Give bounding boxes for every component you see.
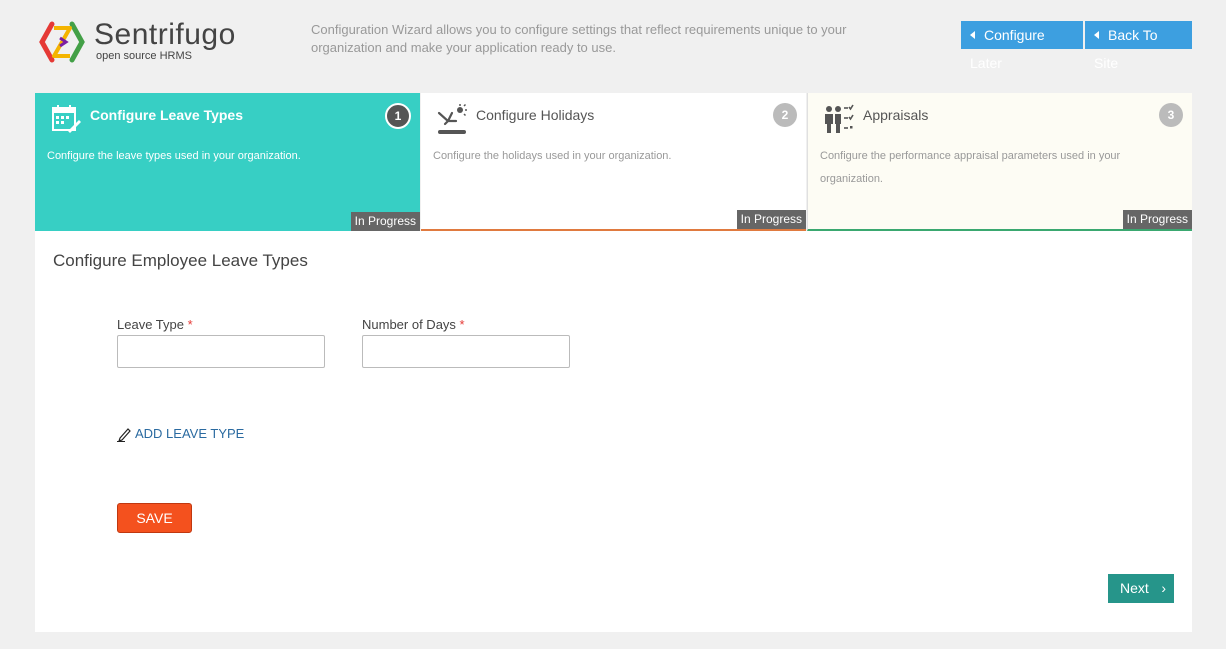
add-leave-type-link[interactable]: ADD LEAVE TYPE <box>117 426 244 442</box>
step-title: Configure Leave Types <box>90 107 244 123</box>
configure-later-button[interactable]: Configure Later <box>961 21 1083 71</box>
step-appraisals[interactable]: Appraisals 3 Configure the performance a… <box>807 93 1192 231</box>
step-description: Configure the holidays used in your orga… <box>433 150 672 162</box>
calendar-edit-icon <box>52 105 81 133</box>
step-status-badge: In Progress <box>1122 210 1192 229</box>
number-of-days-label-text: Number of Days <box>362 317 456 332</box>
next-button[interactable]: Next › <box>1108 574 1174 603</box>
chevron-right-icon: › <box>1161 580 1166 596</box>
back-to-site-button[interactable]: Back To Site <box>1085 21 1192 71</box>
leave-type-label: Leave Type * <box>117 317 193 332</box>
configure-later-label: Configure Later <box>970 27 1045 71</box>
step-status-badge: In Progress <box>736 210 806 229</box>
step-number-badge: 2 <box>773 103 797 127</box>
save-button[interactable]: SAVE <box>117 503 192 533</box>
next-label: Next <box>1120 580 1149 596</box>
step-description: Configure the leave types used in your o… <box>47 150 301 162</box>
required-marker: * <box>459 317 465 332</box>
wizard-steps: Configure Leave Types 1 Configure the le… <box>35 93 1192 231</box>
add-leave-type-label: ADD LEAVE TYPE <box>135 426 245 441</box>
step-number-badge: 3 <box>1159 103 1183 127</box>
step-title: Appraisals <box>863 107 929 123</box>
back-to-site-label: Back To Site <box>1094 27 1158 71</box>
step-configure-holidays[interactable]: Configure Holidays 2 Configure the holid… <box>421 93 806 231</box>
leave-type-label-text: Leave Type <box>117 317 184 332</box>
wizard-intro-text: Configuration Wizard allows you to confi… <box>311 22 847 55</box>
step-title: Configure Holidays <box>476 107 595 123</box>
logo-name: Sentrifugo <box>94 18 236 51</box>
required-marker: * <box>187 317 193 332</box>
appraisal-people-icon <box>825 104 854 133</box>
leave-types-form-panel: Configure Employee Leave Types Leave Typ… <box>35 231 1192 632</box>
leave-type-input[interactable] <box>117 335 325 368</box>
step-status-badge: In Progress <box>350 212 420 231</box>
step-number-badge: 1 <box>385 103 411 129</box>
logo-tagline: open source HRMS <box>96 50 192 62</box>
logo-mark-icon <box>39 21 85 63</box>
page-title: Configure Employee Leave Types <box>53 251 308 270</box>
caret-left-icon <box>1094 31 1099 39</box>
caret-left-icon <box>970 31 975 39</box>
pencil-add-icon <box>117 427 131 442</box>
step-description: Configure the performance appraisal para… <box>820 150 1121 185</box>
step-configure-leave-types[interactable]: Configure Leave Types 1 Configure the le… <box>35 93 420 231</box>
sentrifugo-logo[interactable]: Sentrifugo open source HRMS <box>38 18 248 64</box>
number-of-days-input[interactable] <box>362 335 570 368</box>
number-of-days-label: Number of Days * <box>362 317 465 332</box>
holiday-plane-icon <box>437 103 467 134</box>
